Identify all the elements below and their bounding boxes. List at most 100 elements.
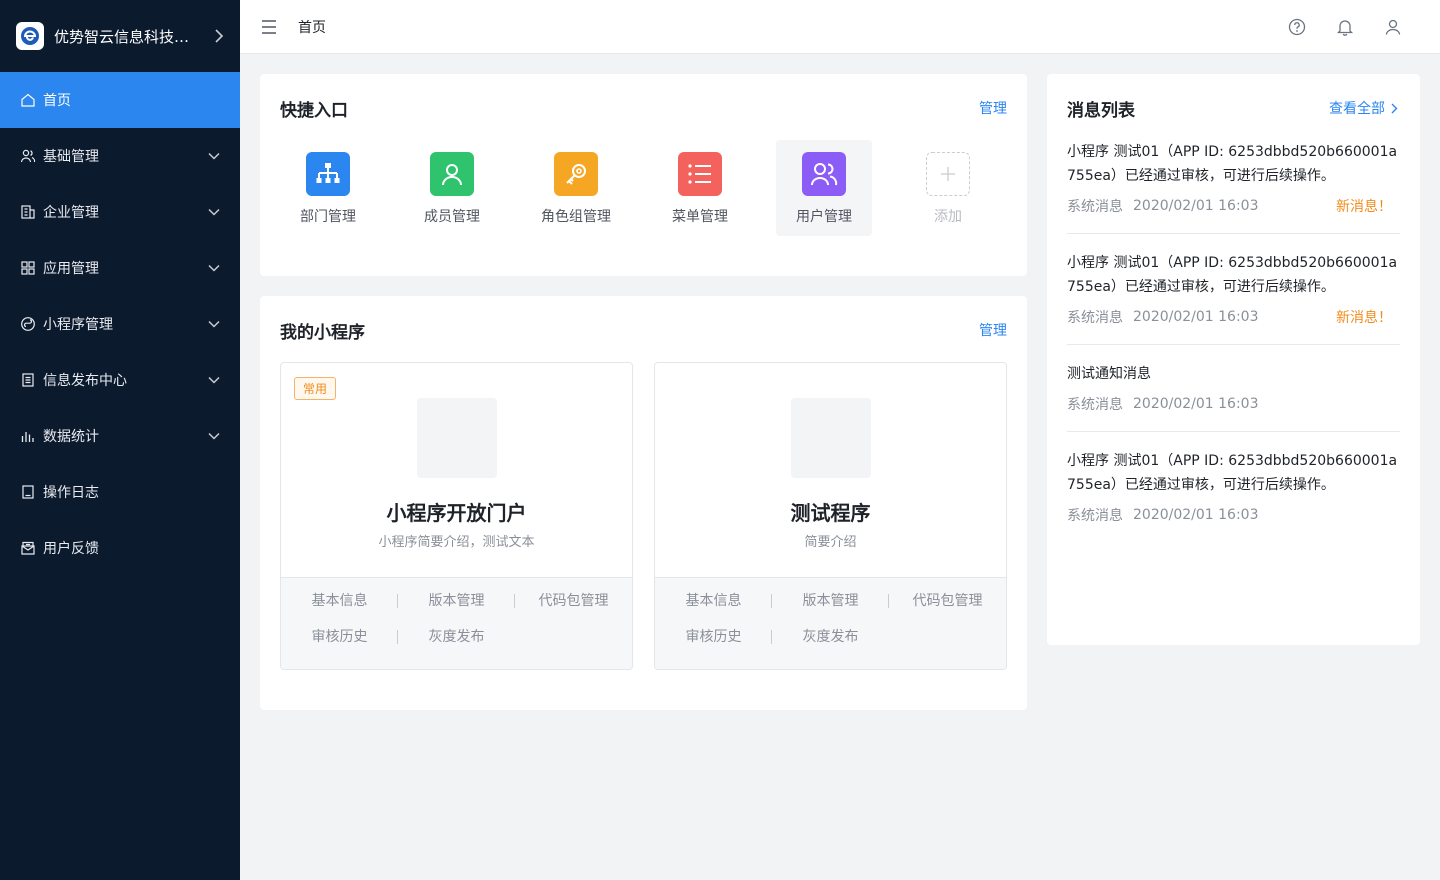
sidebar-item-label: 应用管理 <box>43 261 99 277</box>
sidebar-item-3[interactable]: 应用管理 <box>0 240 240 296</box>
sidebar-item-label: 数据统计 <box>43 429 99 445</box>
brand-switcher[interactable]: 优势智云信息科技有限公司 <box>0 0 240 72</box>
feedback-icon <box>20 540 36 556</box>
quick-entry-manage-link[interactable]: 管理 <box>979 98 1007 118</box>
chevron-down-icon <box>208 264 220 272</box>
chevron-down-icon <box>208 432 220 440</box>
users-icon <box>802 152 846 196</box>
quick-entry-item[interactable]: 用户管理 <box>776 140 872 236</box>
sidebar-item-label: 用户反馈 <box>43 541 99 557</box>
message-text: 小程序 测试01（APP ID: 6253dbbd520b660001a755e… <box>1067 453 1398 493</box>
quick-entry-label: 菜单管理 <box>672 209 728 225</box>
my-miniprograms-card: 我的小程序 管理 常用 小程序开放门户 小程序简要介绍，测试文本 基本信息 版本管理 代码… <box>260 296 1027 710</box>
message-item[interactable]: 小程序 测试01（APP ID: 6253dbbd520b660001a755e… <box>1067 140 1400 234</box>
message-text: 小程序 测试01（APP ID: 6253dbbd520b660001a755e… <box>1067 144 1398 184</box>
quick-add-button[interactable]: 添加 <box>900 140 996 236</box>
new-message-badge: 新消息！ <box>1336 199 1392 215</box>
sidebar-item-label: 小程序管理 <box>43 317 113 333</box>
miniprogram-logo <box>416 398 497 478</box>
sidebar-item-0[interactable]: 首页 <box>0 72 240 128</box>
chevron-down-icon <box>208 152 220 160</box>
message-item[interactable]: 小程序 测试01（APP ID: 6253dbbd520b660001a755e… <box>1067 449 1400 542</box>
miniprogram-action-link[interactable]: 基本信息 <box>655 592 772 610</box>
message-item[interactable]: 小程序 测试01（APP ID: 6253dbbd520b660001a755e… <box>1067 251 1400 345</box>
miniprogram-card[interactable]: 常用 小程序开放门户 小程序简要介绍，测试文本 基本信息 版本管理 代码包管理 审核历史 灰度… <box>280 362 633 670</box>
list-icon <box>678 152 722 196</box>
miniprogram-icon <box>20 316 36 332</box>
miniprogram-card[interactable]: 测试程序 简要介绍 基本信息 版本管理 代码包管理 审核历史 灰度发布 <box>654 362 1007 670</box>
miniprogram-actions: 基本信息 版本管理 代码包管理审核历史 灰度发布 <box>655 577 1006 669</box>
sidebar-item-2[interactable]: 企业管理 <box>0 184 240 240</box>
sidebar-item-4[interactable]: 小程序管理 <box>0 296 240 352</box>
miniprogram-action-link[interactable]: 代码包管理 <box>515 592 632 610</box>
miniprogram-name: 小程序开放门户 <box>386 501 527 525</box>
quick-entry-item[interactable]: 成员管理 <box>404 140 500 236</box>
miniprogram-action-link[interactable]: 版本管理 <box>772 592 889 610</box>
quick-entry-grid: 部门管理 成员管理 角色组管理 菜单管理 用户管理 添加 <box>280 140 996 236</box>
breadcrumb: 首页 <box>298 19 326 36</box>
miniprograms-manage-link[interactable]: 管理 <box>979 320 1007 340</box>
message-time: 2020/02/01 16:03 <box>1133 396 1259 412</box>
miniprograms-title: 我的小程序 <box>280 323 365 343</box>
view-all-label: 查看全部 <box>1329 101 1385 117</box>
quick-entry-card: 快捷入口 管理 部门管理 成员管理 角色组管理 菜单管理 用户管理 添加 <box>260 74 1027 276</box>
miniprogram-actions: 基本信息 版本管理 代码包管理审核历史 灰度发布 <box>281 577 632 669</box>
sidebar-item-label: 基础管理 <box>43 149 99 165</box>
miniprogram-action-link[interactable]: 审核历史 <box>655 628 772 646</box>
header-actions <box>1286 16 1420 38</box>
sidebar-item-1[interactable]: 基础管理 <box>0 128 240 184</box>
miniprogram-logo <box>790 398 871 478</box>
message-type: 系统消息 <box>1067 508 1123 524</box>
chevron-down-icon <box>208 320 220 328</box>
top-header: 首页 <box>240 0 1440 54</box>
miniprogram-action-link[interactable]: 审核历史 <box>281 628 398 646</box>
quick-entry-item[interactable]: 菜单管理 <box>652 140 748 236</box>
view-all-link[interactable]: 查看全部 <box>1329 98 1398 118</box>
sidebar-item-5[interactable]: 信息发布中心 <box>0 352 240 408</box>
sidebar-item-label: 企业管理 <box>43 205 99 221</box>
new-message-badge: 新消息！ <box>1336 310 1392 326</box>
org-chart-icon <box>306 152 350 196</box>
menu-toggle-icon[interactable] <box>260 18 278 36</box>
quick-entry-item[interactable]: 角色组管理 <box>528 140 624 236</box>
sidebar-item-7[interactable]: 操作日志 <box>0 464 240 520</box>
miniprogram-action-link[interactable]: 灰度发布 <box>772 628 889 646</box>
sidebar-nav: 首页基础管理企业管理应用管理小程序管理信息发布中心 数据统计操作日志用户反馈 <box>0 72 240 576</box>
grid-icon <box>20 260 36 276</box>
message-list: 小程序 测试01（APP ID: 6253dbbd520b660001a755e… <box>1067 140 1400 559</box>
help-icon[interactable] <box>1286 16 1308 38</box>
sidebar-item-8[interactable]: 用户反馈 <box>0 520 240 576</box>
sidebar-item-6[interactable]: 数据统计 <box>0 408 240 464</box>
message-list-title: 消息列表 <box>1067 101 1135 121</box>
message-type: 系统消息 <box>1067 397 1123 413</box>
miniprogram-action-link[interactable]: 灰度发布 <box>398 628 515 646</box>
plus-icon <box>926 152 970 196</box>
chevron-right-icon <box>214 29 224 43</box>
frequent-tag: 常用 <box>294 377 337 400</box>
sidebar-item-label: 信息发布中心 <box>43 373 127 389</box>
miniprogram-action-link[interactable]: 基本信息 <box>281 592 398 610</box>
miniprogram-name: 测试程序 <box>790 501 871 525</box>
chevron-down-icon <box>208 208 220 216</box>
quick-entry-item[interactable]: 部门管理 <box>280 140 376 236</box>
miniprogram-action-link[interactable]: 版本管理 <box>398 592 515 610</box>
miniprogram-action-link[interactable]: 代码包管理 <box>889 592 1006 610</box>
quick-entry-title: 快捷入口 <box>280 101 348 121</box>
quick-entry-label: 添加 <box>934 209 962 225</box>
users-icon <box>20 148 36 164</box>
quick-entry-label: 用户管理 <box>796 209 852 225</box>
bar-chart-icon <box>20 428 36 444</box>
key-icon <box>554 152 598 196</box>
document-icon <box>20 372 36 388</box>
log-icon <box>20 484 36 500</box>
message-text: 测试通知消息 <box>1067 366 1151 382</box>
user-icon[interactable] <box>1382 16 1404 38</box>
bell-icon[interactable] <box>1334 16 1356 38</box>
message-item[interactable]: 测试通知消息 系统消息 2020/02/01 16:03 <box>1067 362 1400 432</box>
person-icon <box>430 152 474 196</box>
message-time: 2020/02/01 16:03 <box>1133 198 1259 214</box>
message-type: 系统消息 <box>1067 199 1123 215</box>
quick-entry-label: 部门管理 <box>300 209 356 225</box>
building-icon <box>20 204 36 220</box>
brand-name: 优势智云信息科技有限公司 <box>54 27 194 46</box>
